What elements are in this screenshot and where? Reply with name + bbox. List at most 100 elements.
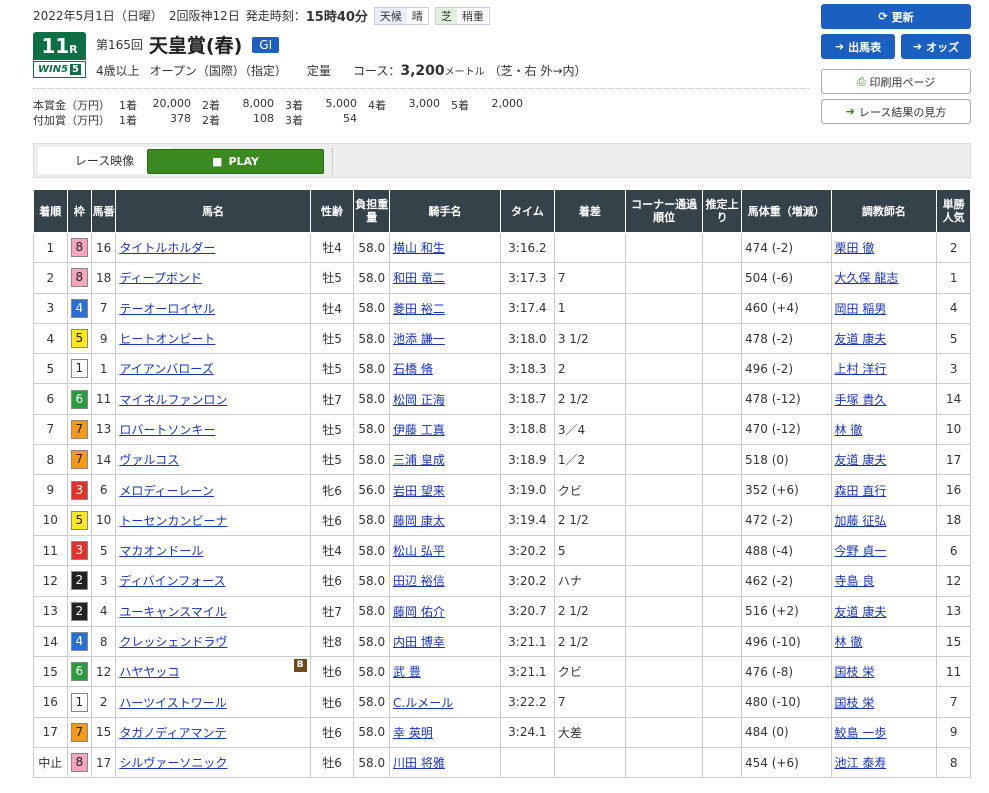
jockey-link[interactable]: 藤岡 佑介 (393, 605, 445, 619)
horse-name-link[interactable]: シルヴァーソニック (119, 756, 227, 770)
jockey-link[interactable]: 田辺 裕信 (393, 574, 445, 588)
jockey-link[interactable]: 幸 英明 (393, 726, 433, 740)
trainer-cell: 今野 貞一 (830, 534, 938, 567)
horse-name-link[interactable]: タイトルホルダー (119, 241, 215, 255)
trainer-link[interactable]: 寺島 良 (835, 574, 875, 588)
table-cell (625, 534, 704, 567)
trainer-link[interactable]: 大久保 龍志 (835, 271, 899, 285)
horse-name-link[interactable]: ロバートソンキー (119, 423, 215, 437)
jockey-link[interactable]: 内田 博幸 (393, 635, 445, 649)
refresh-button[interactable]: ⟳ 更新 (821, 4, 971, 29)
horse-name-link[interactable]: マイネルファンロン (119, 393, 227, 407)
post-time: 15時40分 (305, 10, 368, 25)
jockey-link[interactable]: 池添 謙一 (393, 332, 445, 346)
horse-name-link[interactable]: ディバインフォース (119, 574, 225, 588)
table-cell: 478 (-12) (740, 383, 832, 415)
horse-name-link[interactable]: ハヤヤッコ (119, 665, 179, 679)
trainer-link[interactable]: 上村 洋行 (835, 362, 887, 376)
trainer-link[interactable]: 加藤 征弘 (835, 514, 887, 528)
frame-cell: 2 (66, 595, 92, 627)
race-edition: 第165回 (96, 38, 143, 52)
table-cell: 58.0 (353, 413, 391, 446)
jockey-link[interactable]: C.ルメール (393, 696, 453, 710)
table-cell: 3:17.4 (499, 292, 555, 324)
horse-name-link[interactable]: テーオーロイヤル (119, 302, 215, 316)
jockey-link[interactable]: 岩田 望来 (393, 484, 445, 498)
frame-cell: 6 (66, 383, 92, 415)
table-cell: 大差 (553, 716, 627, 749)
trainer-link[interactable]: 友道 康夫 (835, 332, 887, 346)
odds-button[interactable]: ➜ オッズ (901, 34, 971, 59)
trainer-link[interactable]: 林 徹 (835, 635, 863, 649)
horse-name-link[interactable]: ヴァルコス (119, 453, 179, 467)
trainer-link[interactable]: 池江 泰寿 (835, 756, 887, 770)
jockey-link[interactable]: 横山 和生 (393, 241, 445, 255)
results-table: 着順枠馬番 馬名 性齢 負担重量 騎手名 タイム 着差 コーナー通過順位 推定上り 馬体重（増減）… (33, 189, 971, 779)
table-cell: 8 (936, 747, 971, 779)
frame-cell: 4 (66, 292, 92, 324)
jockey-cell: C.ルメール (389, 686, 501, 718)
horse-name-link[interactable]: トーセンカンビーナ (119, 514, 227, 528)
table-cell: 15 (90, 716, 117, 749)
horse-name-link[interactable]: ユーキャンスマイル (119, 605, 226, 619)
jockey-cell: 川田 将雅 (389, 747, 501, 779)
jockey-link[interactable]: 藤岡 康太 (393, 514, 445, 528)
frame-number: 2 (70, 571, 88, 591)
trainer-link[interactable]: 国枝 栄 (835, 696, 875, 710)
trainer-link[interactable]: 栗田 徹 (835, 241, 875, 255)
table-cell: 3:18.7 (499, 383, 555, 415)
horse-name-link[interactable]: ハーツイストワール (119, 696, 226, 710)
jockey-link[interactable]: 松岡 正海 (393, 393, 445, 407)
table-cell: 58.0 (353, 322, 391, 355)
arrow-circle-icon: ➜ (834, 40, 845, 53)
table-cell: 58.0 (353, 686, 391, 718)
table-cell: 3:22.2 (499, 686, 555, 718)
jockey-link[interactable]: 石橋 脩 (393, 362, 433, 376)
trainer-link[interactable]: 林 徹 (835, 423, 863, 437)
trainer-link[interactable]: 森田 直行 (835, 484, 887, 498)
horse-name-link[interactable]: ディープボンド (119, 271, 201, 285)
jockey-link[interactable]: 武 豊 (393, 665, 421, 679)
horse-name-link[interactable]: クレッシェンドラヴ (119, 635, 227, 649)
table-cell (553, 231, 627, 264)
table-cell: 4 (33, 322, 68, 355)
jockey-link[interactable]: 松山 弘平 (393, 544, 445, 558)
table-cell: 3:18.3 (499, 353, 555, 385)
horse-name-link[interactable]: タガノディアマンテ (119, 726, 226, 740)
play-button[interactable]: ■ PLAY (147, 149, 324, 174)
entries-button[interactable]: ➜ 出馬表 (821, 34, 895, 59)
trainer-link[interactable]: 岡田 稲男 (835, 302, 887, 316)
jockey-cell: 藤岡 康太 (389, 504, 501, 536)
jockey-link[interactable]: 菱田 裕二 (393, 302, 445, 316)
jockey-link[interactable]: 川田 将雅 (393, 756, 445, 770)
trainer-link[interactable]: 友道 康夫 (835, 605, 887, 619)
frame-cell: 7 (66, 413, 92, 446)
jockey-link[interactable]: 和田 竜二 (393, 271, 445, 285)
jockey-cell: 田辺 裕信 (389, 565, 501, 597)
horse-cell: クレッシェンドラヴ (115, 625, 311, 658)
jockey-link[interactable]: 伊藤 工真 (393, 423, 445, 437)
trainer-link[interactable]: 手塚 貴久 (835, 393, 887, 407)
frame-number: 7 (70, 419, 88, 439)
frame-number: 7 (70, 722, 88, 742)
jockey-link[interactable]: 三浦 皇成 (393, 453, 445, 467)
print-page-button[interactable]: ⎙ 印刷用ページ (821, 69, 971, 94)
table-cell: 12 (90, 656, 117, 688)
column-header: 馬体重（増減） (740, 189, 832, 233)
table-cell (625, 292, 704, 324)
jockey-cell: 岩田 望来 (389, 474, 501, 506)
horse-name-link[interactable]: メロディーレーン (119, 484, 214, 498)
prize-place: 3着 (285, 114, 303, 127)
arrow-circle-icon: ➜ (912, 40, 923, 53)
trainer-link[interactable]: 鮫島 一歩 (835, 726, 887, 740)
trainer-link[interactable]: 国枝 栄 (835, 665, 875, 679)
horse-name-link[interactable]: ヒートオンビート (119, 332, 215, 346)
table-row: 7 7 13 ロバートソンキー 牡5 58.0 伊藤 工真 3:18.8 3／4 470 (-12… (33, 413, 971, 446)
trainer-link[interactable]: 友道 康夫 (835, 453, 887, 467)
trainer-link[interactable]: 今野 貞一 (835, 544, 887, 558)
table-cell: 1 (33, 231, 68, 264)
table-cell: 3 (936, 353, 971, 385)
horse-name-link[interactable]: アイアンバローズ (119, 362, 213, 376)
result-guide-button[interactable]: ➜ レース結果の見方 (821, 99, 971, 124)
horse-name-link[interactable]: マカオンドール (119, 544, 203, 558)
